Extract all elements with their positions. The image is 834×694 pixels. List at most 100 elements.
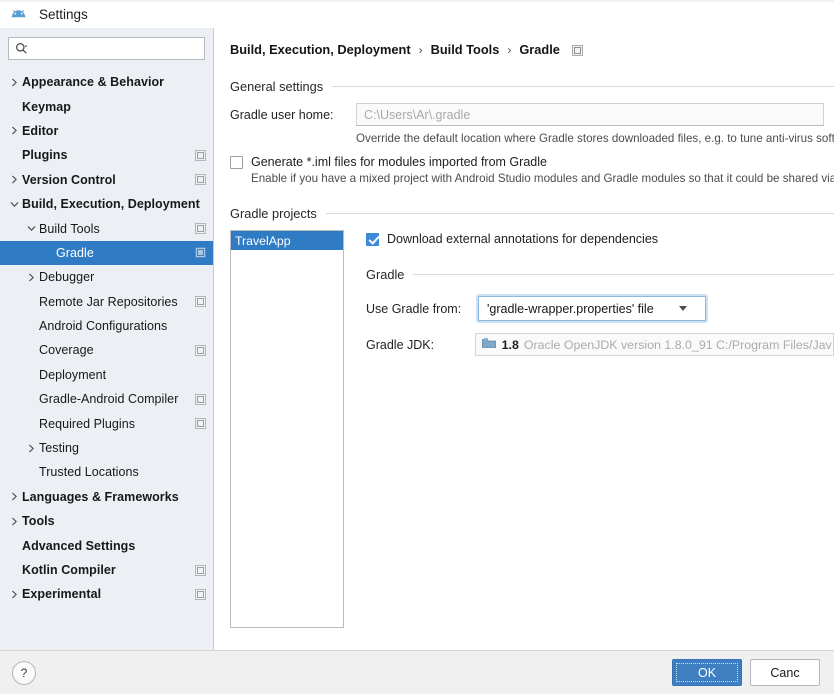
sidebar-item-required-plugins[interactable]: Required Plugins: [0, 411, 213, 435]
sidebar-item-gradle-android-compiler[interactable]: Gradle-Android Compiler: [0, 387, 213, 411]
sidebar-item-advanced-settings[interactable]: Advanced Settings: [0, 533, 213, 557]
sidebar-item-label: Languages & Frameworks: [22, 489, 179, 504]
gradle-user-home-input[interactable]: C:\Users\Ar\.gradle: [356, 103, 824, 126]
use-gradle-from-row: Use Gradle from: 'gradle-wrapper.propert…: [366, 296, 834, 321]
jdk-version: 1.8: [501, 337, 519, 352]
list-item[interactable]: TravelApp: [231, 231, 343, 250]
chevron-down-icon[interactable]: [6, 200, 22, 209]
sidebar-item-label: Advanced Settings: [22, 538, 136, 553]
sidebar-item-kotlin-compiler[interactable]: Kotlin Compiler: [0, 558, 213, 582]
sidebar-item-coverage[interactable]: Coverage: [0, 338, 213, 362]
jdk-folder-icon: [481, 337, 496, 352]
sidebar-item-label: Testing: [39, 441, 79, 456]
generate-iml-checkbox[interactable]: [230, 155, 243, 169]
title-bar: Settings: [0, 0, 834, 28]
cancel-button[interactable]: Canc: [750, 659, 820, 686]
section-gradle: Gradle: [366, 267, 834, 282]
breadcrumb-separator-icon: ›: [418, 42, 423, 57]
project-scope-badge-icon: [195, 393, 206, 405]
sidebar-item-gradle[interactable]: Gradle: [0, 240, 213, 266]
sidebar-item-label: Appearance & Behavior: [22, 75, 165, 90]
chevron-right-icon[interactable]: [6, 517, 22, 526]
sidebar-item-label: Debugger: [39, 270, 95, 285]
chevron-down-icon: [679, 306, 687, 311]
search-box[interactable]: [8, 37, 205, 60]
chevron-right-icon[interactable]: [6, 590, 22, 599]
sidebar-item-tools[interactable]: Tools: [0, 509, 213, 533]
settings-dialog: Settings Appearance & Behavior Keymap Edit: [0, 0, 834, 694]
settings-content: Build, Execution, Deployment › Build Too…: [214, 28, 834, 650]
sidebar-item-editor[interactable]: Editor: [0, 119, 213, 143]
breadcrumb-item-1[interactable]: Build Tools: [431, 42, 500, 57]
search-input[interactable]: [28, 41, 198, 56]
sidebar-item-plugins[interactable]: Plugins: [0, 143, 213, 167]
settings-tree[interactable]: Appearance & Behavior Keymap Editor Plugins…: [0, 70, 213, 650]
ok-button[interactable]: OK: [672, 659, 742, 686]
project-scope-badge-icon: [195, 418, 206, 430]
chevron-right-icon[interactable]: [6, 175, 22, 184]
chevron-right-icon[interactable]: [6, 78, 22, 87]
sidebar-item-label: Android Configurations: [39, 319, 168, 334]
sidebar-item-build-tools[interactable]: Build Tools: [0, 216, 213, 240]
chevron-down-icon[interactable]: [23, 224, 39, 233]
use-gradle-from-dropdown[interactable]: 'gradle-wrapper.properties' file: [478, 296, 706, 321]
chevron-right-icon[interactable]: [6, 492, 22, 501]
sidebar-item-build-execution-deployment[interactable]: Build, Execution, Deployment: [0, 192, 213, 216]
download-annotations-checkbox[interactable]: [366, 232, 379, 246]
project-scope-badge-icon: [195, 149, 206, 161]
sidebar-item-deployment[interactable]: Deployment: [0, 363, 213, 387]
sidebar-item-label: Kotlin Compiler: [22, 563, 116, 577]
search-container: [0, 37, 213, 70]
sidebar-item-label: Experimental: [22, 587, 102, 602]
sidebar-item-label: Build Tools: [39, 221, 100, 236]
sidebar-item-label: Required Plugins: [39, 416, 135, 431]
sidebar-item-remote-jar-repositories[interactable]: Remote Jar Repositories: [0, 290, 213, 314]
breadcrumb: Build, Execution, Deployment › Build Too…: [230, 42, 834, 57]
project-scope-badge-icon: [195, 296, 206, 308]
sidebar-item-label: Trusted Locations: [39, 465, 139, 480]
download-annotations-label: Download external annotations for depend…: [387, 232, 659, 246]
jdk-description: Oracle OpenJDK version 1.8.0_91 C:/Progr…: [523, 337, 832, 352]
gradle-user-home-label: Gradle user home:: [230, 107, 334, 122]
sidebar-item-version-control[interactable]: Version Control: [0, 168, 213, 192]
sidebar-item-label: Build, Execution, Deployment: [22, 197, 200, 212]
help-button[interactable]: ?: [12, 660, 36, 685]
section-title: General settings: [230, 79, 324, 94]
project-detail-pane: Download external annotations for depend…: [344, 230, 834, 628]
help-icon: ?: [20, 665, 28, 680]
sidebar-item-label: Tools: [22, 514, 55, 529]
chevron-right-icon[interactable]: [6, 126, 22, 135]
gradle-user-home-hint: Override the default location where Grad…: [356, 132, 834, 145]
sidebar-item-appearance-behavior[interactable]: Appearance & Behavior: [0, 70, 213, 94]
sidebar-item-label: Gradle-Android Compiler: [39, 392, 179, 407]
section-gradle-projects: Gradle projects: [230, 206, 834, 221]
android-studio-icon: [10, 6, 27, 23]
sidebar-item-testing[interactable]: Testing: [0, 436, 213, 460]
sidebar-item-android-configurations[interactable]: Android Configurations: [0, 314, 213, 338]
sidebar-item-label: Keymap: [22, 99, 71, 114]
sidebar-item-languages-frameworks[interactable]: Languages & Frameworks: [0, 485, 213, 509]
sidebar-item-label: Editor: [22, 123, 59, 138]
project-scope-badge-icon: [195, 344, 206, 356]
sidebar-item-experimental[interactable]: Experimental: [0, 582, 213, 606]
breadcrumb-item-0[interactable]: Build, Execution, Deployment: [230, 42, 411, 57]
gradle-projects-area: TravelApp Download external annotations …: [230, 230, 834, 628]
settings-sidebar: Appearance & Behavior Keymap Editor Plugins…: [0, 28, 214, 650]
gradle-user-home-placeholder: C:\Users\Ar\.gradle: [364, 107, 471, 122]
generate-iml-row[interactable]: Generate *.iml files for modules importe…: [230, 155, 834, 169]
breadcrumb-item-2[interactable]: Gradle: [519, 42, 560, 57]
chevron-right-icon[interactable]: [23, 273, 39, 282]
project-scope-badge-icon: [195, 223, 206, 235]
download-annotations-row[interactable]: Download external annotations for depend…: [366, 232, 834, 246]
cancel-button-label: Canc: [770, 665, 800, 680]
sidebar-item-debugger[interactable]: Debugger: [0, 265, 213, 289]
sidebar-item-keymap[interactable]: Keymap: [0, 94, 213, 118]
section-general-settings: General settings: [230, 79, 834, 94]
search-icon: [15, 42, 28, 55]
footer-shadow: [0, 0, 834, 3]
chevron-right-icon[interactable]: [23, 444, 39, 453]
breadcrumb-separator-icon: ›: [507, 42, 512, 57]
sidebar-item-trusted-locations[interactable]: Trusted Locations: [0, 460, 213, 484]
project-list[interactable]: TravelApp: [230, 230, 344, 628]
gradle-jdk-dropdown[interactable]: 1.8 Oracle OpenJDK version 1.8.0_91 C:/P…: [474, 333, 834, 356]
